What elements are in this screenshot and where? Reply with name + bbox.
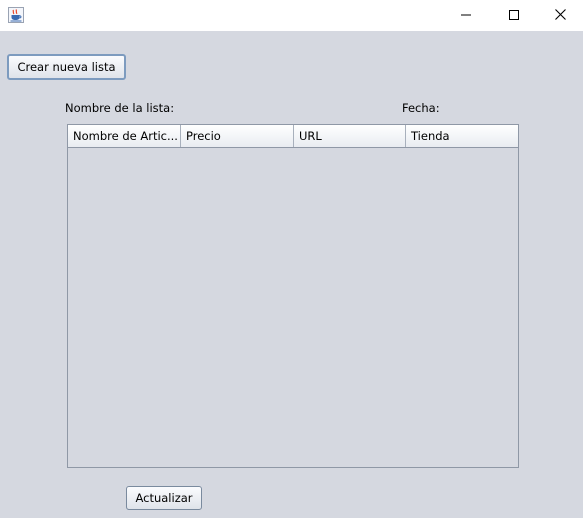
close-button[interactable] bbox=[537, 0, 583, 31]
column-header-precio[interactable]: Precio bbox=[181, 125, 294, 147]
column-header-nombre[interactable]: Nombre de Artic... bbox=[68, 125, 181, 147]
content-panel: Crear nueva lista Nombre de la lista: Fe… bbox=[0, 31, 583, 518]
maximize-button[interactable] bbox=[491, 0, 537, 31]
minimize-button[interactable] bbox=[443, 0, 489, 31]
nombre-lista-label: Nombre de la lista: bbox=[65, 101, 175, 115]
fecha-label: Fecha: bbox=[402, 101, 440, 115]
table-header: Nombre de Artic... Precio URL Tienda bbox=[68, 125, 518, 148]
actualizar-button[interactable]: Actualizar bbox=[126, 486, 202, 510]
maximize-icon bbox=[509, 9, 519, 23]
close-icon bbox=[554, 8, 566, 23]
crear-nueva-lista-button[interactable]: Crear nueva lista bbox=[7, 54, 126, 80]
column-header-tienda[interactable]: Tienda bbox=[406, 125, 518, 147]
title-bar bbox=[0, 0, 583, 32]
minimize-icon bbox=[461, 9, 471, 23]
column-header-url[interactable]: URL bbox=[294, 125, 406, 147]
articulos-table[interactable]: Nombre de Artic... Precio URL Tienda bbox=[67, 124, 519, 468]
java-cup-icon bbox=[8, 7, 24, 23]
